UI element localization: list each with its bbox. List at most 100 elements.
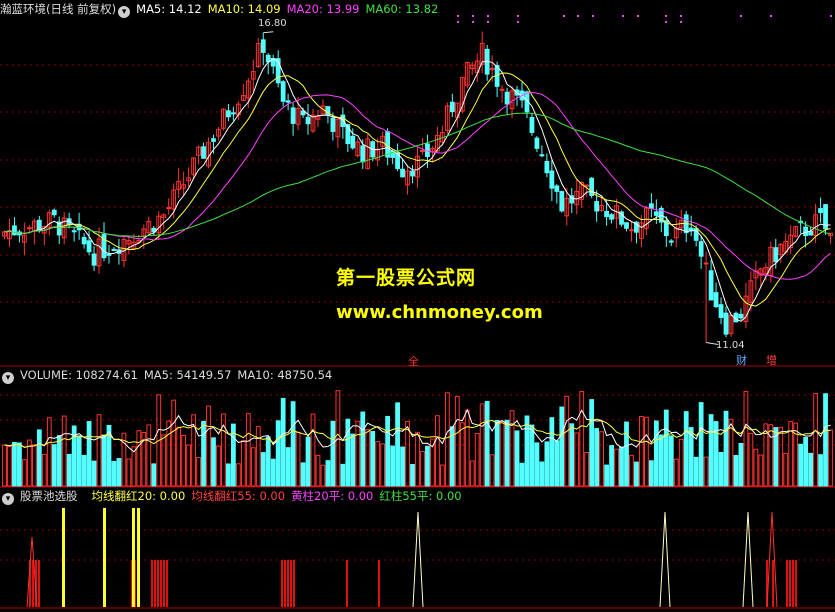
candle-body: [554, 185, 560, 192]
volume-bar: [658, 434, 664, 487]
volume-bar: [484, 400, 490, 487]
volume-bar: [554, 440, 560, 487]
volume-bar: [489, 454, 495, 487]
volume-bar: [599, 431, 605, 487]
volume-bar: [653, 420, 659, 487]
event-marker[interactable]: 全: [408, 353, 419, 369]
candle-body: [230, 112, 236, 115]
volume-bar: [86, 421, 92, 487]
candle-body: [713, 292, 719, 308]
red-signal-bar: [163, 560, 165, 607]
candle-body: [549, 170, 555, 189]
volume-bar: [529, 424, 535, 487]
volume-bar: [365, 429, 371, 487]
candle-body: [723, 312, 729, 335]
volume-bar: [589, 399, 595, 487]
indicator-bars[interactable]: [26, 508, 797, 608]
signal-dot: [830, 15, 832, 17]
candle-body: [226, 110, 231, 118]
volume-bar: [101, 434, 107, 487]
volume-bar: [161, 434, 167, 487]
volume-bars[interactable]: [2, 390, 833, 487]
finance-marker[interactable]: 财: [736, 352, 747, 368]
signal-dot: [487, 15, 489, 17]
candle-body: [803, 226, 809, 237]
candle-body: [360, 145, 366, 163]
signal-dot: [637, 15, 639, 17]
volume-bar: [360, 411, 366, 487]
candle-body: [818, 208, 823, 213]
volume-bar: [186, 444, 191, 487]
volume-bar: [459, 422, 465, 487]
high-pointer: [263, 31, 274, 34]
volume-bar: [634, 461, 639, 487]
chevron-down-icon[interactable]: ▾: [118, 6, 131, 18]
signal-dot: [577, 15, 579, 17]
candle-body: [280, 81, 286, 102]
candle-body: [71, 230, 77, 233]
volume-bar: [7, 445, 12, 487]
volume-bar: [171, 399, 177, 487]
candle-body: [808, 230, 813, 236]
volume-bar: [31, 444, 37, 487]
signal-1: 均线翻红20: 0.00: [91, 489, 186, 503]
candle-body: [594, 201, 600, 212]
volume-bar: [683, 411, 689, 487]
volume-bar: [693, 456, 699, 487]
volume-bar: [594, 428, 600, 487]
candle-body: [738, 313, 744, 319]
volume-bar: [494, 420, 500, 487]
price-header: 瀚蓝环境(日线 前复权) ▾ MA5: 14.12 MA10: 14.09 MA20: …: [0, 1, 444, 18]
volume-bar: [444, 392, 450, 487]
volume-bar: [41, 453, 47, 487]
volume-bar: [22, 459, 27, 487]
volume-bar: [559, 406, 565, 487]
volume-bar: [499, 421, 505, 487]
candle-body: [12, 225, 17, 236]
volume-bar: [569, 423, 575, 487]
volume-bar: [673, 458, 679, 487]
red-signal-bar: [281, 560, 283, 607]
volume-bar: [76, 435, 82, 487]
red-signal-bar: [786, 560, 788, 607]
candle-body: [559, 191, 565, 212]
volume-bar: [748, 432, 754, 487]
low-price-label: 11.04: [716, 340, 745, 351]
candle-body: [111, 248, 117, 252]
candlesticks[interactable]: [2, 31, 833, 345]
volume-bar: [703, 456, 709, 487]
increase-marker[interactable]: 增: [766, 352, 777, 368]
candle-body: [708, 270, 714, 301]
candle-body: [624, 222, 629, 229]
candle-body: [285, 100, 291, 103]
volume-bar: [56, 435, 62, 487]
signal-dot: [592, 15, 594, 17]
volume-bar: [315, 454, 321, 487]
chevron-down-icon[interactable]: ▾: [2, 372, 14, 384]
candle-body: [400, 168, 405, 178]
volume-bar: [534, 442, 540, 487]
volume-bar: [255, 426, 261, 487]
signal-dot: [665, 15, 667, 17]
volume-bar: [678, 438, 684, 487]
volume-bar: [753, 448, 759, 487]
volume-bar: [375, 441, 381, 487]
volume-bar: [574, 432, 580, 487]
volume-bar: [51, 444, 57, 487]
red-signal-bar: [154, 560, 156, 607]
volume-bar: [66, 453, 72, 487]
volume-bar: [828, 429, 833, 487]
volume-bar: [146, 424, 152, 487]
volume-bar: [136, 430, 142, 487]
volume-bar: [305, 436, 311, 487]
chevron-down-icon[interactable]: ▾: [2, 493, 14, 505]
volume-bar: [126, 458, 132, 487]
candle-body: [91, 253, 97, 266]
volume-bar: [196, 457, 201, 487]
volume-bar: [285, 447, 291, 487]
volume-bar: [524, 415, 530, 487]
volume-bar: [206, 405, 211, 487]
ma20-value: MA20: 13.99: [286, 2, 360, 16]
yellow-signal-bar: [103, 508, 106, 607]
volume-bar: [330, 420, 336, 487]
